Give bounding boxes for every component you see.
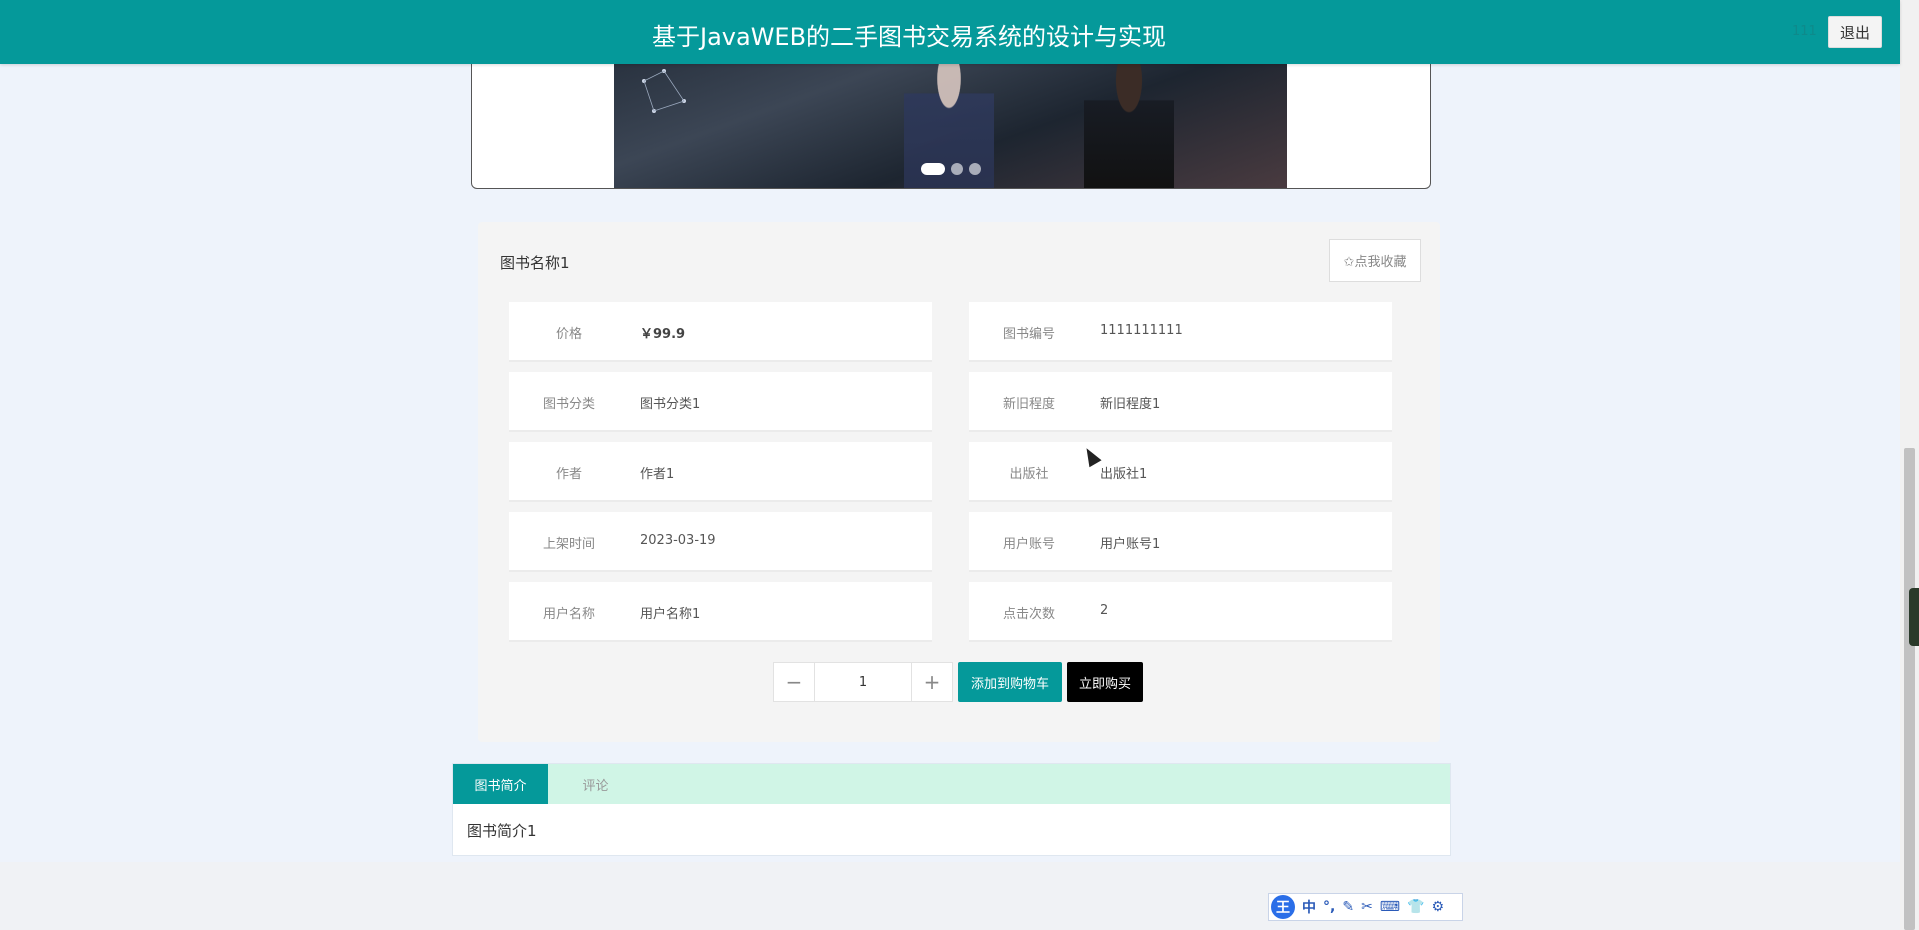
book-info-tabs: 图书简介 评论 图书简介1: [452, 763, 1451, 856]
field-label: 用户账号: [1002, 537, 1055, 552]
field-value: 作者1: [640, 467, 675, 482]
field-label: 图书分类: [542, 397, 595, 412]
carousel-dot-1[interactable]: [921, 163, 945, 175]
ime-scissors-icon[interactable]: ✂: [1361, 899, 1373, 915]
quantity-input[interactable]: 1: [814, 663, 912, 701]
field-label: 上架时间: [542, 537, 595, 552]
field-value: 用户账号1: [1100, 537, 1161, 552]
book-name: 图书名称1: [500, 254, 570, 272]
tab-book-intro[interactable]: 图书简介: [453, 764, 548, 804]
quantity-increase-button[interactable]: +: [912, 663, 952, 701]
field-user-name: 用户名称 用户名称1: [509, 582, 932, 642]
field-label: 作者: [555, 467, 582, 482]
book-detail-panel: 图书名称1 ✩点我收藏 价格 ￥99.9 图书编号 1111111111 图书分…: [478, 222, 1440, 742]
scrollbar-thumb[interactable]: [1904, 448, 1915, 930]
field-author: 作者 作者1: [509, 442, 932, 502]
ime-punctuation-icon[interactable]: °,: [1323, 899, 1335, 915]
ime-handwrite-icon[interactable]: ✎: [1342, 899, 1354, 915]
field-value: ￥99.9: [640, 327, 686, 342]
field-category: 图书分类 图书分类1: [509, 372, 932, 432]
tab-bar: 图书简介 评论: [453, 764, 1450, 804]
field-price: 价格 ￥99.9: [509, 302, 932, 362]
favorite-button[interactable]: ✩点我收藏: [1329, 239, 1421, 282]
field-label: 图书编号: [1002, 327, 1055, 342]
tab-comments[interactable]: 评论: [548, 764, 643, 804]
field-condition: 新旧程度 新旧程度1: [969, 372, 1392, 432]
footer-strip: [0, 862, 1900, 930]
field-label: 用户名称: [542, 607, 595, 622]
page-scrollbar[interactable]: [1900, 0, 1919, 930]
logout-button[interactable]: 退出: [1828, 16, 1882, 48]
site-title: 基于JavaWEB的二手图书交易系统的设计与实现: [652, 23, 1167, 51]
field-value: 图书分类1: [640, 397, 701, 412]
banner-carousel[interactable]: [471, 50, 1431, 189]
username-label: 111: [1792, 24, 1817, 39]
field-label: 价格: [555, 327, 582, 342]
ime-toolbar: 王 中 °, ✎ ✂ ⌨ 👕 ⚙: [1268, 893, 1463, 921]
field-label: 新旧程度: [1002, 397, 1055, 412]
quantity-decrease-button[interactable]: −: [774, 663, 814, 701]
field-value: 2023-03-19: [640, 533, 716, 548]
field-book-number: 图书编号 1111111111: [969, 302, 1392, 362]
field-click-count: 点击次数 2: [969, 582, 1392, 642]
field-publisher: 出版社 出版社1: [969, 442, 1392, 502]
ime-skin-icon[interactable]: 👕: [1407, 899, 1424, 915]
field-value: 新旧程度1: [1100, 397, 1161, 412]
field-label: 出版社: [1009, 467, 1049, 482]
side-widget-handle[interactable]: [1909, 588, 1919, 646]
field-value: 用户名称1: [640, 607, 701, 622]
ime-chinese-mode-icon[interactable]: 中: [1302, 897, 1316, 917]
carousel-dot-2[interactable]: [951, 163, 963, 175]
field-value: 1111111111: [1100, 323, 1183, 338]
carousel-dot-3[interactable]: [969, 163, 981, 175]
tab-content: 图书简介1: [467, 822, 537, 840]
quantity-stepper: − 1 +: [773, 662, 953, 702]
field-value: 2: [1100, 603, 1109, 618]
top-navbar: 基于JavaWEB的二手图书交易系统的设计与实现 111 退出: [0, 0, 1900, 64]
field-user-account: 用户账号 用户账号1: [969, 512, 1392, 572]
constellation-decoration: [642, 69, 686, 113]
ime-settings-icon[interactable]: ⚙: [1431, 899, 1444, 915]
field-listing-time: 上架时间 2023-03-19: [509, 512, 932, 572]
carousel-indicators: [472, 163, 1430, 175]
add-to-cart-button[interactable]: 添加到购物车: [958, 662, 1062, 702]
field-label: 点击次数: [1002, 607, 1055, 622]
field-value: 出版社1: [1100, 467, 1148, 482]
ime-keyboard-icon[interactable]: ⌨: [1380, 899, 1400, 915]
buy-now-button[interactable]: 立即购买: [1067, 662, 1143, 702]
ime-logo-icon[interactable]: 王: [1271, 895, 1295, 919]
